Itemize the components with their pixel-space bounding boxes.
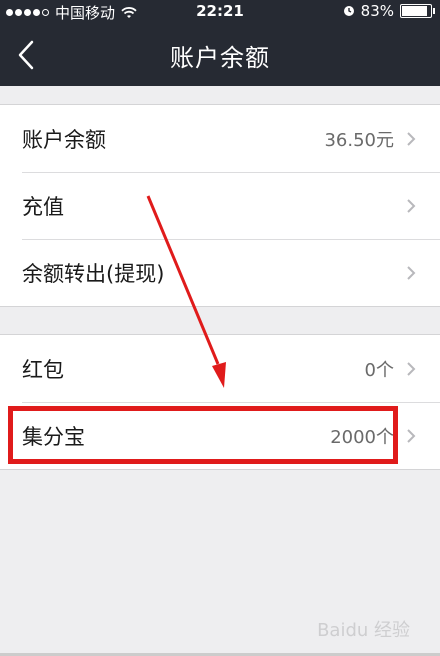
row-label: 集分宝 xyxy=(22,424,85,449)
row-red-packet[interactable]: 红包 0个 xyxy=(0,335,440,402)
row-label: 红包 xyxy=(22,357,64,382)
baidu-watermark: Baidu 经验 xyxy=(317,620,410,641)
row-label: 充值 xyxy=(22,194,64,219)
page-title: 账户余额 xyxy=(170,44,270,72)
chevron-right-icon xyxy=(407,428,416,443)
row-label: 账户余额 xyxy=(22,127,106,152)
nav-bar: 账户余额 xyxy=(0,24,440,86)
alarm-icon xyxy=(343,6,354,16)
row-value: 2000个 xyxy=(330,426,394,448)
annotation-arrow-icon xyxy=(146,195,226,388)
battery-icon xyxy=(400,4,435,18)
row-value: 0个 xyxy=(364,359,394,381)
row-value: 36.50元 xyxy=(324,129,394,151)
rewards-group: 红包 0个 集分宝 2000个 xyxy=(0,334,440,470)
battery-percent: 83% xyxy=(360,2,394,20)
row-recharge[interactable]: 充值 xyxy=(0,172,440,239)
chevron-right-icon xyxy=(407,198,416,213)
status-right: 83% xyxy=(343,2,435,20)
row-account-balance[interactable]: 账户余额 36.50元 xyxy=(0,105,440,172)
top-bar: 中国移动 22:21 83% 账户余额 xyxy=(0,0,440,86)
chevron-right-icon xyxy=(407,265,416,280)
row-jifenbao[interactable]: 集分宝 2000个 xyxy=(0,402,440,469)
chevron-right-icon xyxy=(407,131,416,146)
chevron-right-icon xyxy=(407,361,416,376)
status-bar: 中国移动 22:21 83% xyxy=(0,0,440,24)
row-label: 余额转出(提现) xyxy=(22,261,165,286)
row-withdraw[interactable]: 余额转出(提现) xyxy=(0,239,440,306)
balance-group: 账户余额 36.50元 充值 余额转出(提现) xyxy=(0,104,440,307)
